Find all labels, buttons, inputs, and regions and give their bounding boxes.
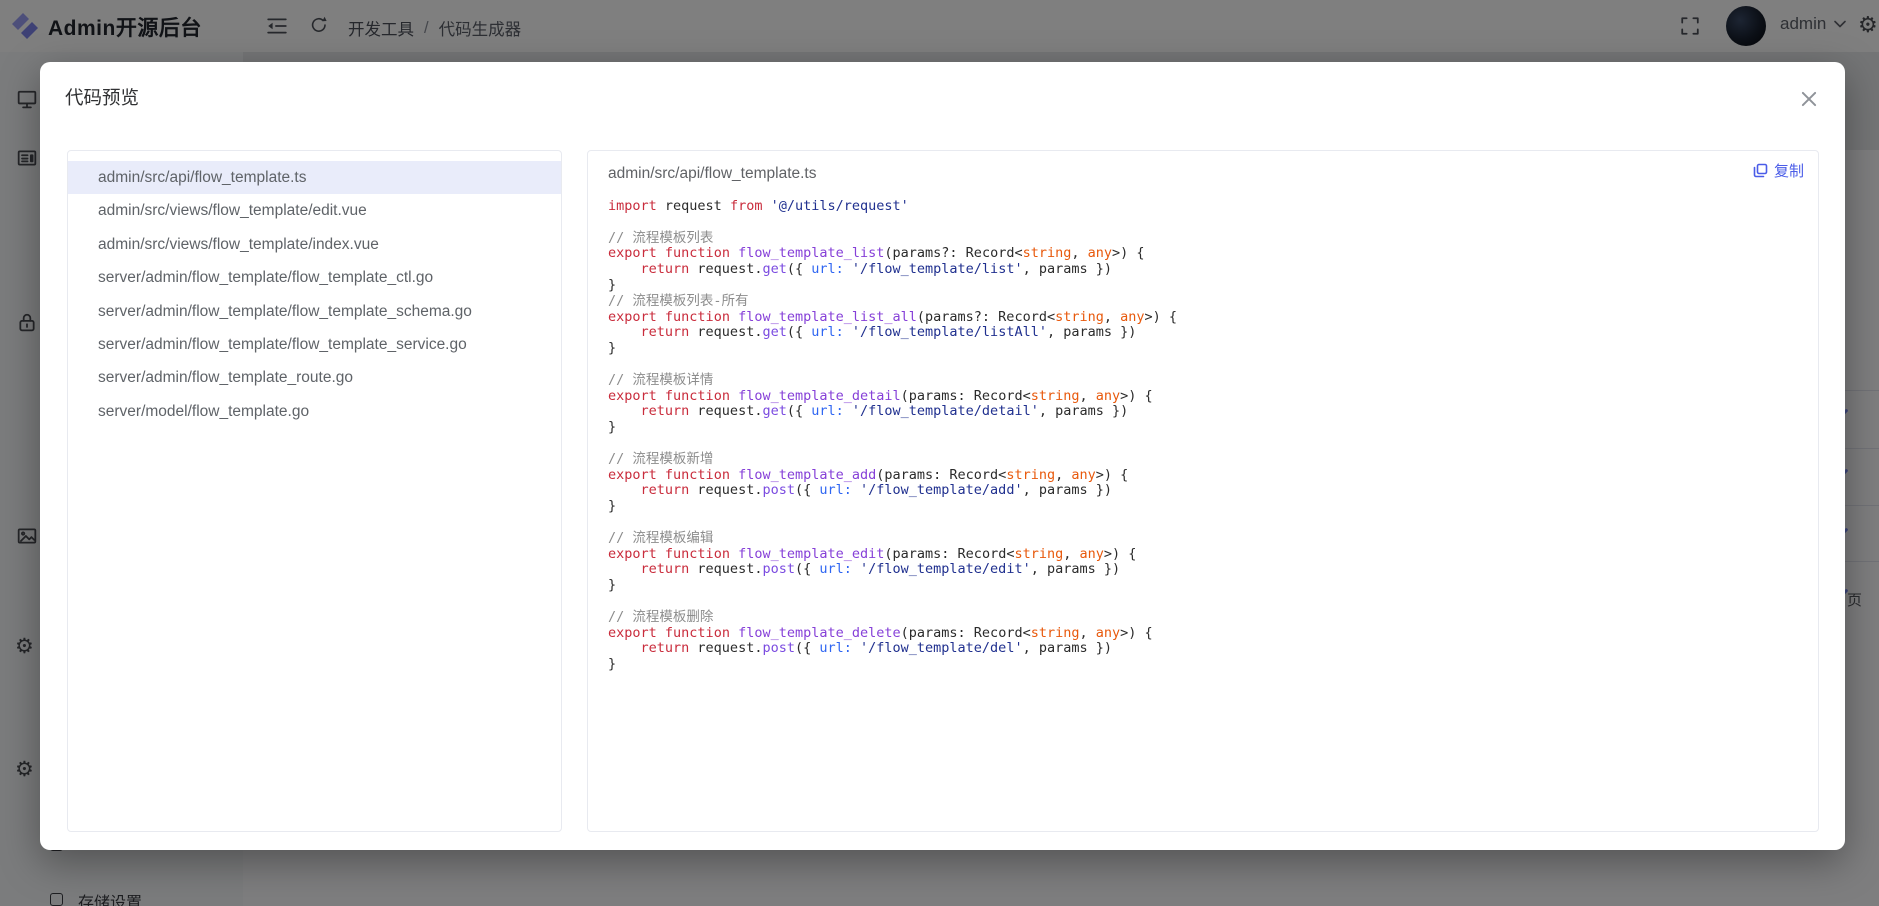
code-block: import request from '@/utils/request' //… — [608, 199, 1808, 673]
file-list-item[interactable]: server/model/flow_template.go — [68, 395, 561, 428]
file-list-item[interactable]: server/admin/flow_template/flow_template… — [68, 261, 561, 294]
file-list-item[interactable]: server/admin/flow_template/flow_template… — [68, 295, 561, 328]
copy-button[interactable]: 复制 — [1753, 160, 1804, 181]
copy-icon — [1753, 163, 1768, 178]
file-list-item[interactable]: server/admin/flow_template_route.go — [68, 361, 561, 394]
file-list-item[interactable]: admin/src/views/flow_template/index.vue — [68, 228, 561, 261]
file-list-item[interactable]: admin/src/views/flow_template/edit.vue — [68, 194, 561, 227]
modal-title: 代码预览 — [65, 84, 139, 110]
code-preview-modal: 代码预览 admin/src/api/flow_template.tsadmin… — [40, 62, 1845, 850]
file-list-item[interactable]: server/admin/flow_template/flow_template… — [68, 328, 561, 361]
screen: Admin开源后台 开发工具 / 代码生成器 admin — [0, 0, 1879, 906]
code-filename: admin/src/api/flow_template.ts — [608, 165, 816, 183]
file-list: admin/src/api/flow_template.tsadmin/src/… — [67, 150, 562, 832]
code-panel: admin/src/api/flow_template.ts 复制 import… — [587, 150, 1819, 832]
close-icon[interactable] — [1798, 88, 1820, 110]
file-list-item[interactable]: admin/src/api/flow_template.ts — [68, 161, 561, 194]
copy-label: 复制 — [1774, 160, 1804, 181]
